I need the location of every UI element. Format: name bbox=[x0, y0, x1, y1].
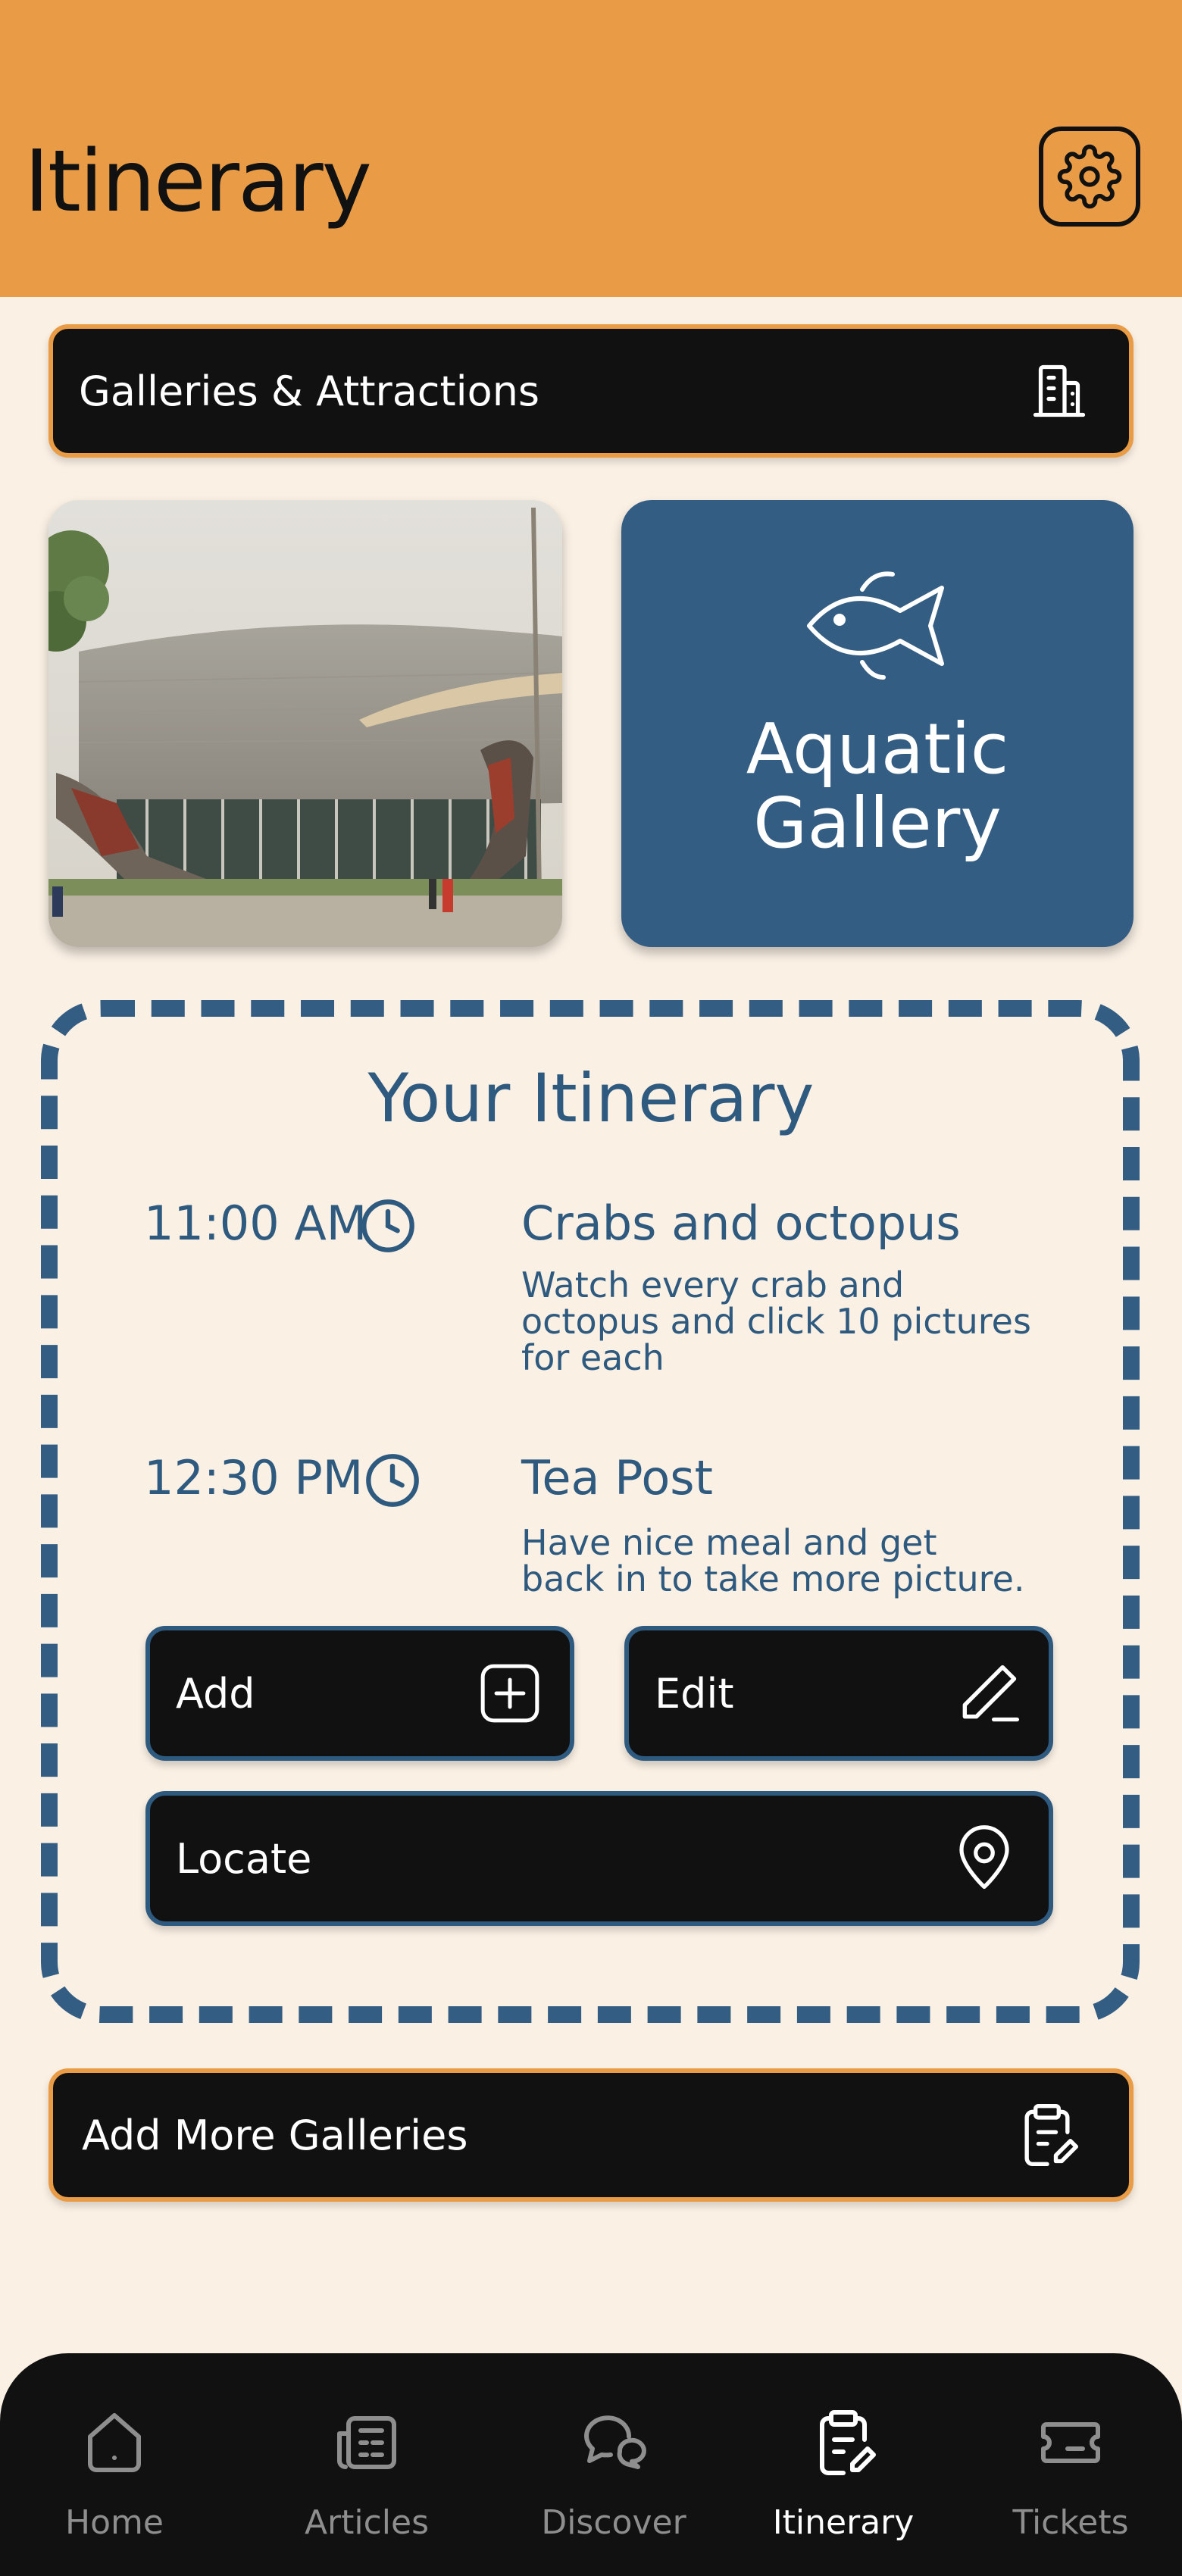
aquatic-gallery-card[interactable]: Aquatic Gallery bbox=[621, 500, 1134, 947]
clipboard-edit-icon bbox=[1024, 2103, 1079, 2167]
itinerary-heading: Your Itinerary bbox=[367, 1059, 815, 1137]
add-button-label: Add bbox=[176, 1669, 255, 1718]
nav-item-articles[interactable]: Articles bbox=[253, 2353, 480, 2576]
home-icon bbox=[88, 2413, 141, 2472]
nav-label-articles: Articles bbox=[304, 2503, 430, 2542]
nav-item-home[interactable]: Home bbox=[1, 2353, 228, 2576]
entry-desc-line: back in to take more picture. bbox=[521, 1558, 1025, 1599]
gallery-photo bbox=[48, 500, 562, 947]
entry-time: 11:00 AM bbox=[144, 1196, 367, 1251]
add-button[interactable]: Add bbox=[145, 1626, 574, 1761]
entry-time: 12:30 PM bbox=[144, 1450, 364, 1505]
nav-label-home: Home bbox=[65, 2503, 164, 2542]
nav-label-discover: Discover bbox=[541, 2503, 686, 2542]
galleries-attractions-button[interactable]: Galleries & Attractions bbox=[48, 324, 1134, 458]
locate-button[interactable]: Locate bbox=[145, 1791, 1053, 1926]
settings-button[interactable] bbox=[1039, 127, 1140, 227]
gear-icon bbox=[1057, 144, 1122, 209]
locate-button-label: Locate bbox=[176, 1834, 312, 1883]
edit-button-label: Edit bbox=[655, 1669, 734, 1718]
edit-button[interactable]: Edit bbox=[624, 1626, 1053, 1761]
add-more-galleries-label: Add More Galleries bbox=[82, 2111, 468, 2159]
plus-square-icon bbox=[480, 1664, 539, 1723]
aquatic-title-line1: Aquatic bbox=[746, 708, 1009, 789]
entry-desc-line: Have nice meal and get bbox=[521, 1522, 937, 1563]
fish-icon bbox=[807, 571, 944, 680]
nav-item-tickets[interactable]: Tickets bbox=[957, 2353, 1182, 2576]
entry-description: Have nice meal and get back in to take m… bbox=[521, 1524, 1037, 1597]
location-pin-icon bbox=[959, 1825, 1009, 1890]
page-title: Itinerary bbox=[24, 133, 372, 231]
building-icon bbox=[1033, 364, 1086, 417]
entry-description: Watch every crab and octopus and click 1… bbox=[521, 1267, 1037, 1376]
entry-desc-line: octopus and click 10 pictures bbox=[521, 1301, 1031, 1342]
entry-desc-line: for each bbox=[521, 1337, 664, 1378]
nav-item-discover[interactable]: Discover bbox=[500, 2353, 727, 2576]
pencil-icon bbox=[962, 1665, 1020, 1722]
ticket-icon bbox=[1041, 2422, 1100, 2463]
aquatic-gallery-title: Aquatic Gallery bbox=[621, 712, 1134, 861]
entry-title: Crabs and octopus bbox=[521, 1196, 961, 1251]
app-header: Itinerary bbox=[0, 0, 1182, 297]
chat-icon bbox=[584, 2415, 646, 2469]
add-more-galleries-button[interactable]: Add More Galleries bbox=[48, 2068, 1134, 2202]
nav-label-itinerary: Itinerary bbox=[772, 2503, 915, 2542]
bottom-navigation: Home Articles Discover Itinerary Tickets bbox=[0, 2353, 1182, 2576]
aquatic-title-line2: Gallery bbox=[753, 783, 1002, 864]
galleries-attractions-label: Galleries & Attractions bbox=[79, 367, 540, 415]
nav-label-tickets: Tickets bbox=[1012, 2503, 1129, 2542]
clock-icon bbox=[366, 1454, 419, 1507]
entry-desc-line: Watch every crab and bbox=[521, 1265, 905, 1305]
gallery-photo-card[interactable] bbox=[48, 500, 562, 947]
articles-icon bbox=[337, 2416, 396, 2469]
clock-icon bbox=[361, 1199, 414, 1252]
entry-title: Tea Post bbox=[521, 1450, 713, 1505]
nav-item-itinerary[interactable]: Itinerary bbox=[730, 2353, 957, 2576]
clipboard-edit-icon bbox=[820, 2410, 876, 2475]
